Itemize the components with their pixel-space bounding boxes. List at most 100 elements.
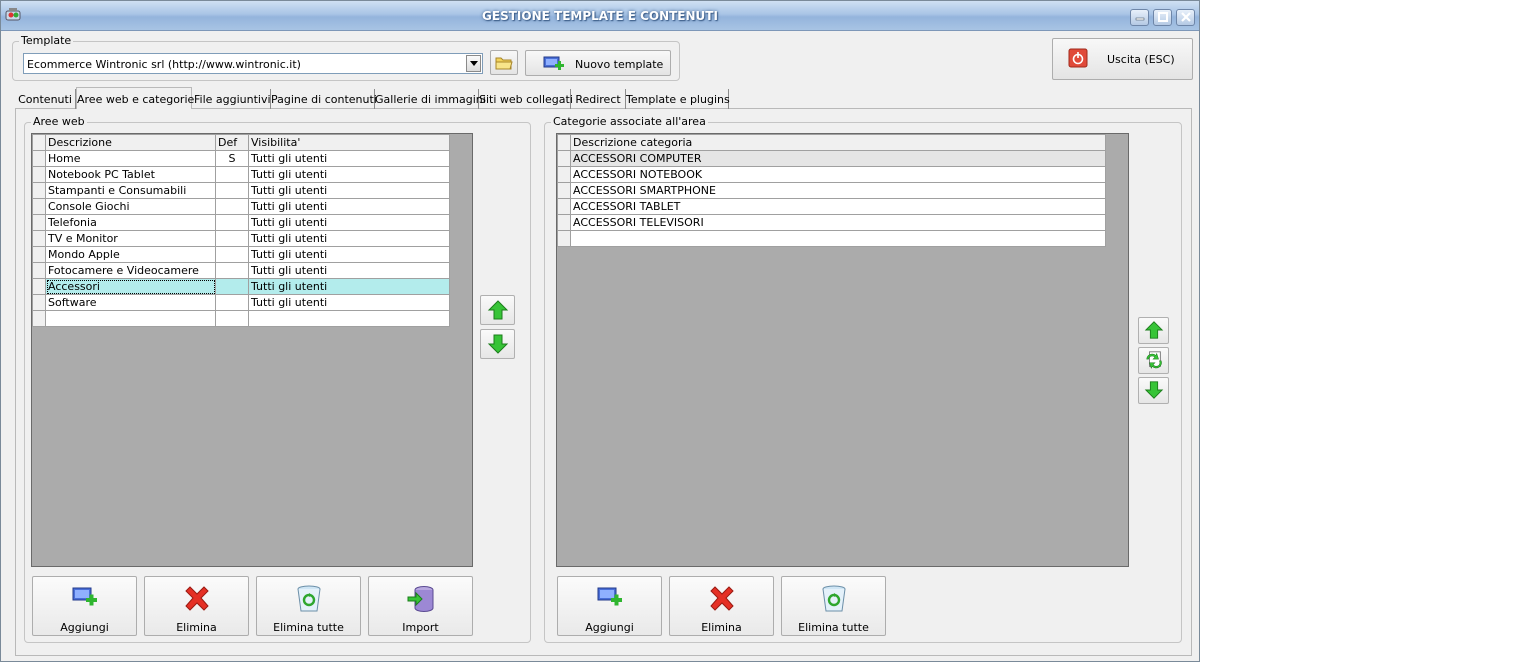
row-indicator[interactable] bbox=[557, 230, 571, 247]
category-move-down-button[interactable] bbox=[1138, 377, 1169, 404]
table-row[interactable]: Mondo Apple Tutti gli utenti bbox=[32, 246, 450, 263]
cell-descrizione-categoria[interactable]: ACCESSORI TELEVISORI bbox=[570, 214, 1106, 231]
cell-descrizione[interactable]: Fotocamere e Videocamere bbox=[45, 262, 216, 279]
table-row[interactable]: Stampanti e Consumabili Tutti gli utenti bbox=[32, 182, 450, 199]
cell-descrizione[interactable]: Software bbox=[45, 294, 216, 311]
table-row[interactable]: Notebook PC Tablet Tutti gli utenti bbox=[32, 166, 450, 183]
cell-descrizione-categoria[interactable]: ACCESSORI NOTEBOOK bbox=[570, 166, 1106, 183]
cell-def[interactable] bbox=[215, 294, 249, 311]
row-indicator[interactable] bbox=[557, 182, 571, 199]
row-indicator[interactable] bbox=[32, 294, 46, 311]
exit-button[interactable]: Uscita (ESC) bbox=[1052, 38, 1193, 80]
cell-visibilita[interactable]: Tutti gli utenti bbox=[248, 230, 450, 247]
row-indicator[interactable] bbox=[32, 262, 46, 279]
row-indicator[interactable] bbox=[557, 166, 571, 183]
cell-def[interactable] bbox=[215, 214, 249, 231]
table-row[interactable]: Console Giochi Tutti gli utenti bbox=[32, 198, 450, 215]
tab-siti-web-collegati[interactable]: Siti web collegati bbox=[479, 89, 573, 109]
template-select-dropdown[interactable] bbox=[466, 55, 481, 72]
area-add-button[interactable]: Aggiungi bbox=[32, 576, 137, 636]
cell-descrizione[interactable]: Notebook PC Tablet bbox=[45, 166, 216, 183]
table-row[interactable]: Telefonia Tutti gli utenti bbox=[32, 214, 450, 231]
title-bar[interactable]: GESTIONE TEMPLATE E CONTENUTI bbox=[1, 1, 1199, 31]
table-row[interactable]: ACCESSORI NOTEBOOK bbox=[557, 166, 1106, 183]
cell-visibilita[interactable]: Tutti gli utenti bbox=[248, 166, 450, 183]
table-row-new[interactable] bbox=[557, 230, 1106, 247]
cell-descrizione-categoria[interactable]: ACCESSORI SMARTPHONE bbox=[570, 182, 1106, 199]
minimize-button[interactable] bbox=[1130, 9, 1149, 26]
cell-descrizione[interactable]: Home bbox=[45, 150, 216, 167]
categorie-grid[interactable]: Descrizione categoria ACCESSORI COMPUTER… bbox=[556, 133, 1129, 567]
column-header-def[interactable]: Def bbox=[215, 134, 249, 151]
cell-descrizione[interactable]: Telefonia bbox=[45, 214, 216, 231]
cell-visibilita[interactable]: Tutti gli utenti bbox=[248, 262, 450, 279]
template-select[interactable]: Ecommerce Wintronic srl (http://www.wint… bbox=[23, 53, 483, 74]
tab-redirect[interactable]: Redirect bbox=[571, 89, 626, 109]
cell-def[interactable] bbox=[215, 246, 249, 263]
cell-def[interactable] bbox=[215, 166, 249, 183]
row-indicator[interactable] bbox=[32, 182, 46, 199]
cell-descrizione-categoria[interactable]: ACCESSORI COMPUTER bbox=[570, 150, 1106, 167]
row-indicator[interactable] bbox=[32, 278, 46, 295]
row-indicator[interactable] bbox=[32, 214, 46, 231]
table-row-selected[interactable]: ACCESSORI COMPUTER bbox=[557, 150, 1106, 167]
table-row[interactable]: ACCESSORI TELEVISORI bbox=[557, 214, 1106, 231]
category-delete-button[interactable]: Elimina bbox=[669, 576, 774, 636]
cell-def[interactable] bbox=[215, 310, 249, 327]
cell-visibilita[interactable]: Tutti gli utenti bbox=[248, 294, 450, 311]
table-row[interactable]: Home S Tutti gli utenti bbox=[32, 150, 450, 167]
category-delete-all-button[interactable]: Elimina tutte bbox=[781, 576, 886, 636]
column-header-descrizione[interactable]: Descrizione bbox=[45, 134, 216, 151]
cell-visibilita[interactable] bbox=[248, 310, 450, 327]
tab-pagine-di-contenuti[interactable]: Pagine di contenuti bbox=[271, 89, 377, 109]
table-row[interactable]: ACCESSORI SMARTPHONE bbox=[557, 182, 1106, 199]
cell-def[interactable] bbox=[215, 262, 249, 279]
row-indicator[interactable] bbox=[32, 230, 46, 247]
row-indicator[interactable] bbox=[32, 166, 46, 183]
cell-descrizione[interactable] bbox=[45, 310, 216, 327]
table-row[interactable]: Fotocamere e Videocamere Tutti gli utenti bbox=[32, 262, 450, 279]
area-delete-all-button[interactable]: Elimina tutte bbox=[256, 576, 361, 636]
table-row[interactable]: TV e Monitor Tutti gli utenti bbox=[32, 230, 450, 247]
cell-visibilita[interactable]: Tutti gli utenti bbox=[248, 246, 450, 263]
tab-template-e-plugins[interactable]: Template e plugins bbox=[626, 89, 730, 109]
cell-visibilita[interactable]: Tutti gli utenti bbox=[248, 182, 450, 199]
row-indicator[interactable] bbox=[32, 310, 46, 327]
area-move-down-button[interactable] bbox=[480, 329, 515, 359]
row-indicator[interactable] bbox=[557, 214, 571, 231]
open-folder-button[interactable] bbox=[490, 50, 518, 75]
tab-contenuti[interactable]: Contenuti bbox=[15, 89, 76, 109]
column-header-descrizione-categoria[interactable]: Descrizione categoria bbox=[570, 134, 1106, 151]
category-refresh-button[interactable] bbox=[1138, 347, 1169, 374]
cell-visibilita[interactable]: Tutti gli utenti bbox=[248, 150, 450, 167]
row-indicator[interactable] bbox=[32, 198, 46, 215]
new-template-button[interactable]: Nuovo template bbox=[525, 50, 671, 76]
category-add-button[interactable]: Aggiungi bbox=[557, 576, 662, 636]
category-move-up-button[interactable] bbox=[1138, 317, 1169, 344]
row-indicator[interactable] bbox=[32, 246, 46, 263]
close-button[interactable] bbox=[1176, 9, 1195, 26]
cell-descrizione[interactable]: TV e Monitor bbox=[45, 230, 216, 247]
cell-visibilita[interactable]: Tutti gli utenti bbox=[248, 198, 450, 215]
cell-def[interactable] bbox=[215, 230, 249, 247]
cell-def[interactable]: S bbox=[215, 150, 249, 167]
row-indicator[interactable] bbox=[32, 150, 46, 167]
maximize-button[interactable] bbox=[1153, 9, 1172, 26]
area-delete-button[interactable]: Elimina bbox=[144, 576, 249, 636]
cell-visibilita[interactable]: Tutti gli utenti bbox=[248, 278, 450, 295]
tab-file-aggiuntivi[interactable]: File aggiuntivi bbox=[194, 89, 271, 109]
cell-descrizione-categoria[interactable] bbox=[570, 230, 1106, 247]
cell-descrizione[interactable]: Stampanti e Consumabili bbox=[45, 182, 216, 199]
area-import-button[interactable]: Import bbox=[368, 576, 473, 636]
cell-visibilita[interactable]: Tutti gli utenti bbox=[248, 214, 450, 231]
tab-aree-web-e-categorie[interactable]: Aree web e categorie bbox=[76, 87, 194, 109]
cell-def[interactable] bbox=[215, 182, 249, 199]
cell-def[interactable] bbox=[215, 278, 249, 295]
cell-descrizione[interactable]: Console Giochi bbox=[45, 198, 216, 215]
table-row[interactable]: Software Tutti gli utenti bbox=[32, 294, 450, 311]
table-row[interactable]: ACCESSORI TABLET bbox=[557, 198, 1106, 215]
aree-web-grid[interactable]: Descrizione Def Visibilita' Home S Tutti g… bbox=[31, 133, 473, 567]
table-row-selected[interactable]: Accessori Tutti gli utenti bbox=[32, 278, 450, 295]
column-header-visibilita[interactable]: Visibilita' bbox=[248, 134, 450, 151]
row-indicator[interactable] bbox=[557, 198, 571, 215]
